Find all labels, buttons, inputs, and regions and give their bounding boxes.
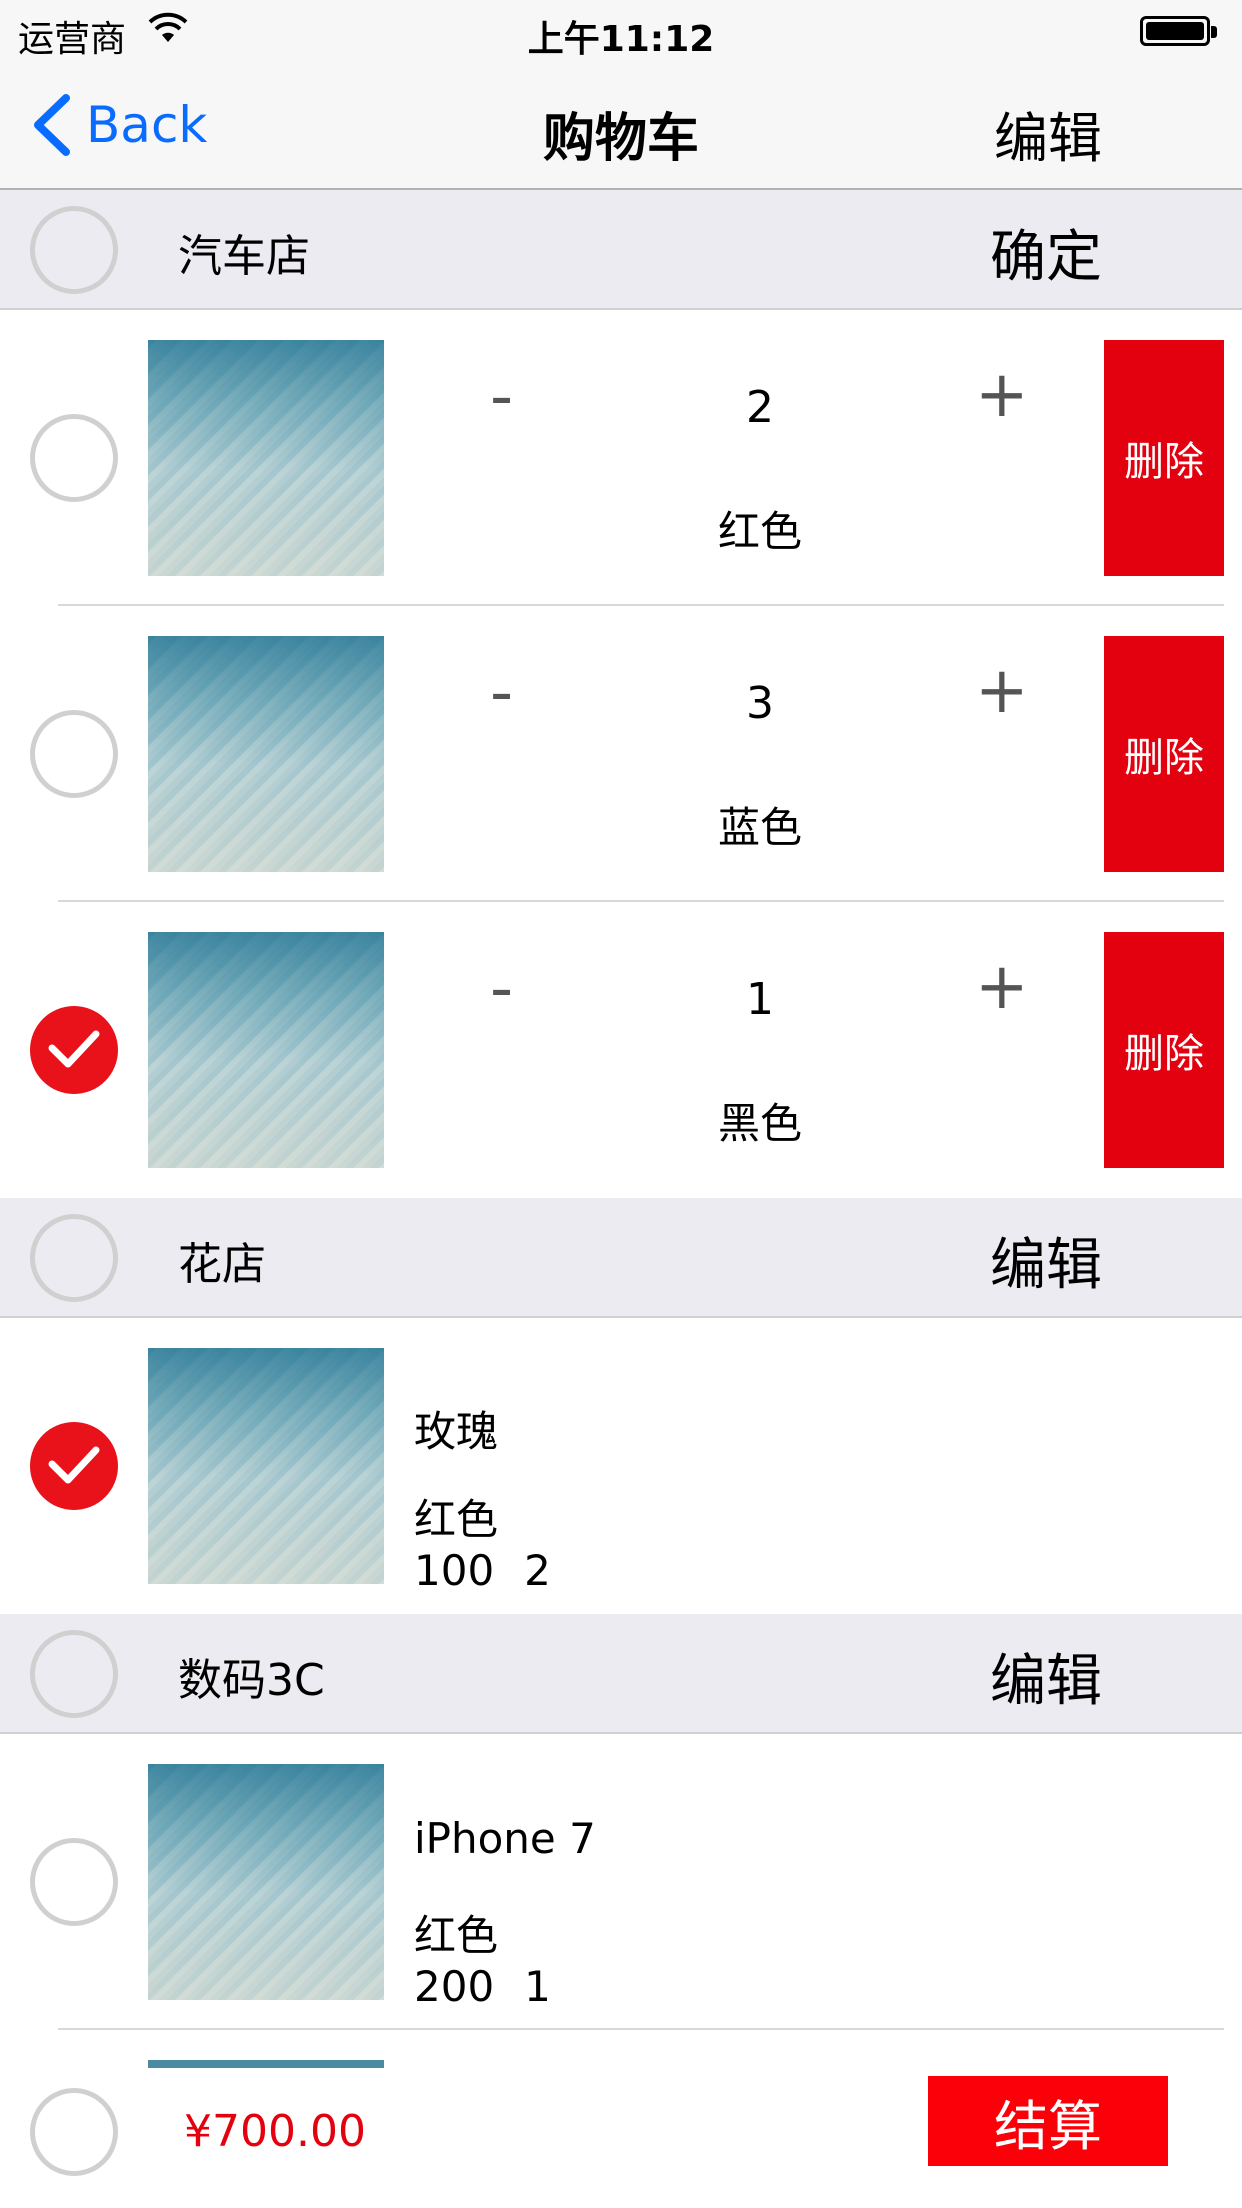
item-price: 200	[414, 1962, 495, 2011]
product-thumbnail	[148, 340, 384, 576]
product-thumbnail	[148, 1764, 384, 2000]
checkout-bar: ¥700.00 结算	[0, 2060, 1242, 2208]
shop-edit-button[interactable]: 编辑	[990, 1220, 1102, 1301]
item-price: 100	[414, 1546, 495, 1595]
shop-header-digital: 数码3C 编辑	[0, 1614, 1242, 1734]
item-quantity: 1	[524, 1962, 551, 2011]
cart-item-row: iPhone 7 红色 200 1	[0, 1734, 1242, 2030]
price-quantity-line: 100 2	[414, 1546, 551, 1595]
item-color: 红色	[414, 1911, 499, 1960]
row-divider	[58, 2028, 1224, 2030]
item-color: 蓝色	[717, 803, 802, 852]
status-bar: 运营商 上午11:12	[0, 0, 1242, 60]
shop-name: 花店	[178, 1239, 266, 1290]
increase-quantity-button[interactable]: +	[975, 654, 1029, 728]
cart-item-row: 玫瑰 红色 100 2	[0, 1318, 1242, 1614]
navigation-bar: Back 购物车 编辑	[0, 60, 1242, 190]
item-quantity: 2	[524, 1546, 551, 1595]
product-thumbnail	[148, 932, 384, 1168]
cart-item-row: - 2 + 红色 删除	[0, 310, 1242, 606]
shop-select-checkbox[interactable]	[30, 1214, 118, 1302]
battery-icon	[1140, 16, 1217, 46]
item-select-checkbox[interactable]	[30, 710, 118, 798]
edit-button[interactable]: 编辑	[994, 94, 1102, 173]
price-quantity-line: 200 1	[414, 1962, 551, 2011]
status-time: 上午11:12	[527, 19, 715, 60]
checkmark-icon	[48, 1446, 100, 1484]
delete-button[interactable]: 删除	[1104, 340, 1224, 576]
shop-name: 汽车店	[178, 231, 310, 282]
select-all-checkbox[interactable]	[30, 2088, 118, 2176]
total-price: ¥700.00	[184, 2106, 366, 2157]
app-screen: 运营商 上午11:12 Back 购物车 编辑 汽车店 确定 - 2 + 红色 …	[0, 0, 1242, 2208]
quantity-value: 2	[746, 382, 774, 433]
shop-edit-button[interactable]: 编辑	[990, 1636, 1102, 1717]
item-color: 红色	[717, 507, 802, 556]
item-select-checkbox[interactable]	[30, 1006, 118, 1094]
checkout-button[interactable]: 结算	[928, 2076, 1168, 2166]
product-name: iPhone 7	[414, 1814, 596, 1863]
product-thumbnail	[148, 636, 384, 872]
shop-select-checkbox[interactable]	[30, 1630, 118, 1718]
item-select-checkbox[interactable]	[30, 1422, 118, 1510]
increase-quantity-button[interactable]: +	[975, 358, 1029, 432]
shop-header-car: 汽车店 确定	[0, 190, 1242, 310]
checkmark-icon	[48, 1030, 100, 1068]
item-select-checkbox[interactable]	[30, 414, 118, 502]
shop-header-flower: 花店 编辑	[0, 1198, 1242, 1318]
shop-confirm-button[interactable]: 确定	[990, 212, 1102, 293]
cart-item-row: - 1 + 黑色 删除	[0, 902, 1242, 1198]
shop-name: 数码3C	[178, 1655, 325, 1706]
increase-quantity-button[interactable]: +	[975, 950, 1029, 1024]
cart-item-row: - 3 + 蓝色 删除	[0, 606, 1242, 902]
product-thumbnail-peek	[148, 2060, 384, 2068]
item-color: 红色	[414, 1495, 499, 1544]
item-color: 黑色	[717, 1099, 802, 1148]
delete-button[interactable]: 删除	[1104, 932, 1224, 1168]
product-name: 玫瑰	[414, 1407, 499, 1456]
decrease-quantity-button[interactable]: -	[490, 656, 513, 730]
delete-button[interactable]: 删除	[1104, 636, 1224, 872]
product-thumbnail	[148, 1348, 384, 1584]
item-select-checkbox[interactable]	[30, 1838, 118, 1926]
decrease-quantity-button[interactable]: -	[490, 360, 513, 434]
quantity-value: 1	[746, 974, 774, 1025]
quantity-value: 3	[746, 678, 774, 729]
decrease-quantity-button[interactable]: -	[490, 952, 513, 1026]
shop-select-checkbox[interactable]	[30, 206, 118, 294]
